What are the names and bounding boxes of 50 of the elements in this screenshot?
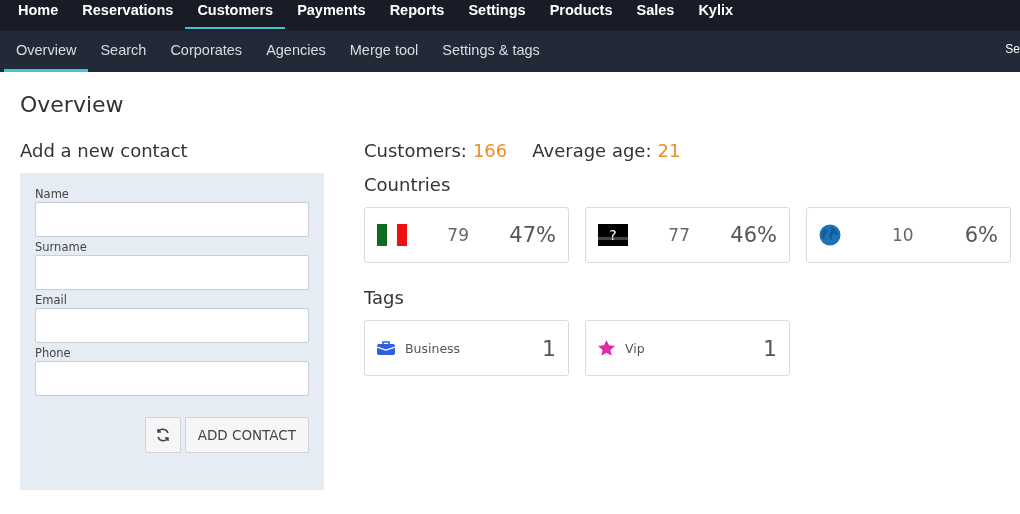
subnav-tab[interactable]: Overview <box>4 31 89 72</box>
star-icon <box>598 340 615 356</box>
flag-icon <box>377 224 407 246</box>
stat-label: Average age: <box>532 140 652 161</box>
input-field[interactable] <box>35 361 309 396</box>
globe-icon <box>819 224 841 246</box>
input-field[interactable] <box>35 202 309 237</box>
field-label: Phone <box>35 346 72 361</box>
nav-tab[interactable]: Reservations <box>70 0 186 29</box>
refresh-icon <box>154 427 171 443</box>
tag-label: Vip <box>625 340 645 356</box>
field-label: Email <box>35 293 68 308</box>
subnav-tab[interactable]: Merge tool <box>337 31 431 72</box>
subnav-link[interactable]: Se <box>1005 42 1020 56</box>
unknown-flag-icon: ? <box>598 224 628 246</box>
nav-tab[interactable]: Payments <box>285 0 378 29</box>
country-percent: 46% <box>730 223 777 247</box>
input-field[interactable] <box>35 308 309 343</box>
subnav-tab[interactable]: Search <box>88 31 159 72</box>
nav-tab[interactable]: Customers <box>185 0 286 29</box>
section-title: Add a new contact <box>20 140 189 163</box>
tag-count: 1 <box>542 335 556 361</box>
page-title: Overview <box>19 91 125 119</box>
stat-value: 166 <box>472 140 508 161</box>
tag-count: 1 <box>763 335 777 361</box>
subnav-tab[interactable]: Corporates <box>158 31 255 72</box>
input-field[interactable] <box>35 255 309 290</box>
add-contact-button[interactable]: ADD CONTACT <box>184 417 309 453</box>
subnav-tab[interactable]: Agencies <box>254 31 338 72</box>
refresh-button[interactable] <box>144 417 181 453</box>
subnav-tab[interactable]: Settings & tags <box>430 31 552 72</box>
nav-tab[interactable]: Products <box>537 0 625 29</box>
field-label: Surname <box>35 240 88 255</box>
nav-tab[interactable]: Settings <box>456 0 538 29</box>
nav-tab[interactable]: Sales <box>624 0 687 29</box>
country-count: 77 <box>668 225 690 245</box>
stat-label: Customers: <box>364 140 467 161</box>
stat-value: 21 <box>657 140 681 161</box>
nav-tab[interactable]: Reports <box>377 0 457 29</box>
country-percent: 47% <box>509 223 556 247</box>
country-percent: 6% <box>964 223 998 247</box>
nav-tab[interactable]: Home <box>6 0 71 29</box>
briefcase-icon <box>377 341 395 355</box>
nav-tab[interactable]: Kylix <box>686 0 746 29</box>
country-count: 79 <box>447 225 469 245</box>
field-label: Name <box>35 187 70 202</box>
section-title: Tags <box>364 287 405 310</box>
section-title: Countries <box>364 174 452 197</box>
country-count: 10 <box>892 225 914 245</box>
tag-label: Business <box>405 340 461 356</box>
